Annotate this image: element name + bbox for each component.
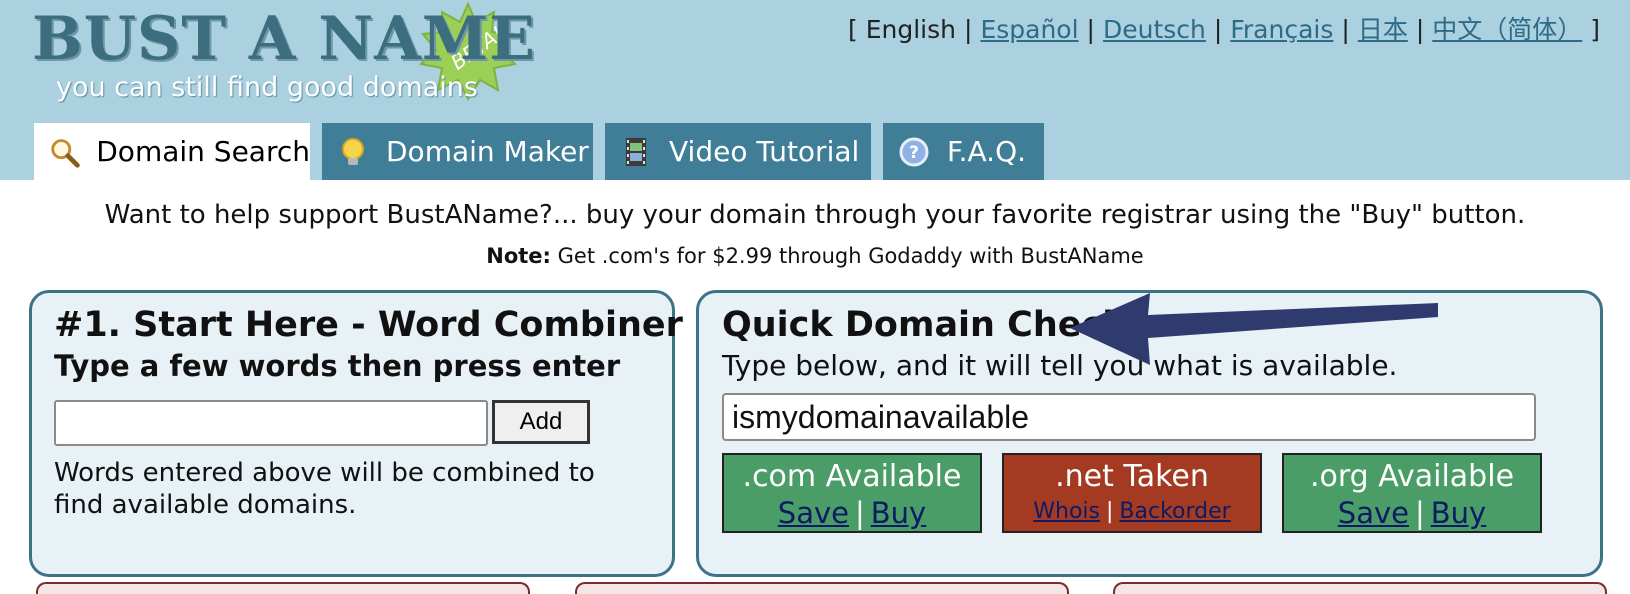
film-icon [626, 137, 646, 166]
result-org-status: .org Available [1309, 459, 1515, 494]
tab-label: Domain Maker [386, 135, 589, 168]
word-combiner-subtitle: Type a few words then press enter [54, 349, 621, 383]
domain-check-input[interactable]: ismydomainavailable [722, 393, 1536, 441]
next-panel-edge [575, 582, 1069, 594]
next-panel-edge [36, 582, 530, 594]
tab-faq[interactable]: ? F.A.Q. [883, 123, 1044, 180]
word-combiner-input[interactable] [54, 400, 488, 446]
pricing-note: Note: Get .com's for $2.99 through Godad… [0, 244, 1630, 268]
tab-label: F.A.Q. [947, 135, 1027, 168]
lang-close-bracket: ] [1590, 15, 1600, 44]
note-label: Note: [486, 244, 551, 268]
add-button[interactable]: Add [492, 400, 590, 444]
word-combiner-description: Words entered above will be combined to … [54, 458, 595, 520]
result-com-links: Save | Buy [724, 495, 980, 531]
result-com-status: .com Available [742, 459, 962, 494]
link-separator: | [1414, 496, 1425, 530]
tab-label: Video Tutorial [669, 135, 860, 168]
lang-separator: | [964, 15, 973, 44]
lang-separator: | [1415, 15, 1425, 44]
save-com-link[interactable]: Save [778, 496, 849, 530]
lang-link-japanese[interactable]: 日本 [1358, 15, 1408, 44]
tab-domain-search[interactable]: Domain Search [34, 123, 310, 180]
buy-com-link[interactable]: Buy [871, 496, 926, 530]
note-text: Get .com's for $2.99 through Godaddy wit… [557, 244, 1144, 268]
lang-link-french[interactable]: Français [1230, 15, 1333, 44]
question-icon: ? [899, 137, 929, 166]
link-separator: | [1106, 499, 1114, 524]
lang-current-english: English [865, 15, 956, 44]
tab-domain-maker[interactable]: Domain Maker [322, 123, 593, 180]
result-org-links: Save | Buy [1284, 495, 1540, 531]
link-separator: | [854, 496, 865, 530]
result-org: .org Available Save | Buy [1282, 453, 1542, 533]
logo-tagline: you can still find good domains [56, 72, 478, 103]
site-logo[interactable]: BETA! BUST A NAME you can still find goo… [30, 2, 535, 112]
quick-check-title: Quick Domain Check [722, 305, 1126, 345]
lang-separator: | [1086, 15, 1095, 44]
svg-text:?: ? [909, 143, 919, 163]
lang-link-chinese[interactable]: 中文（简体） [1432, 15, 1582, 44]
language-selector: [ English | Español | Deutsch | Français | 日本 | 中文… [848, 10, 1600, 46]
lang-link-german[interactable]: Deutsch [1103, 15, 1206, 44]
save-org-link[interactable]: Save [1338, 496, 1409, 530]
tab-video-tutorial[interactable]: Video Tutorial [605, 123, 871, 180]
result-com: .com Available Save | Buy [722, 453, 982, 533]
site-header: BETA! BUST A NAME you can still find goo… [0, 0, 1630, 180]
buy-org-link[interactable]: Buy [1431, 496, 1486, 530]
word-combiner-panel: #1. Start Here - Word Combiner Type a fe… [29, 290, 683, 577]
lightbulb-icon [342, 137, 364, 165]
pointer-arrow-icon [1070, 293, 1438, 365]
logo-title: BUST A NAME [32, 4, 536, 74]
next-panel-edge [1113, 582, 1607, 594]
result-net-links: Whois | Backorder [1004, 495, 1260, 529]
result-net: .net Taken Whois | Backorder [1002, 453, 1262, 533]
whois-net-link[interactable]: Whois [1033, 499, 1100, 524]
support-notice: Want to help support BustAName?... buy y… [104, 200, 1526, 230]
lang-link-spanish[interactable]: Español [980, 15, 1078, 44]
tab-label: Domain Search [96, 135, 310, 168]
lang-open-bracket: [ [848, 15, 858, 44]
lang-separator: | [1213, 15, 1223, 44]
magnifier-icon [51, 138, 80, 168]
backorder-net-link[interactable]: Backorder [1119, 499, 1230, 524]
word-combiner-title: #1. Start Here - Word Combiner [54, 305, 683, 345]
result-net-status: .net Taken [1055, 459, 1209, 494]
lang-separator: | [1341, 15, 1350, 44]
